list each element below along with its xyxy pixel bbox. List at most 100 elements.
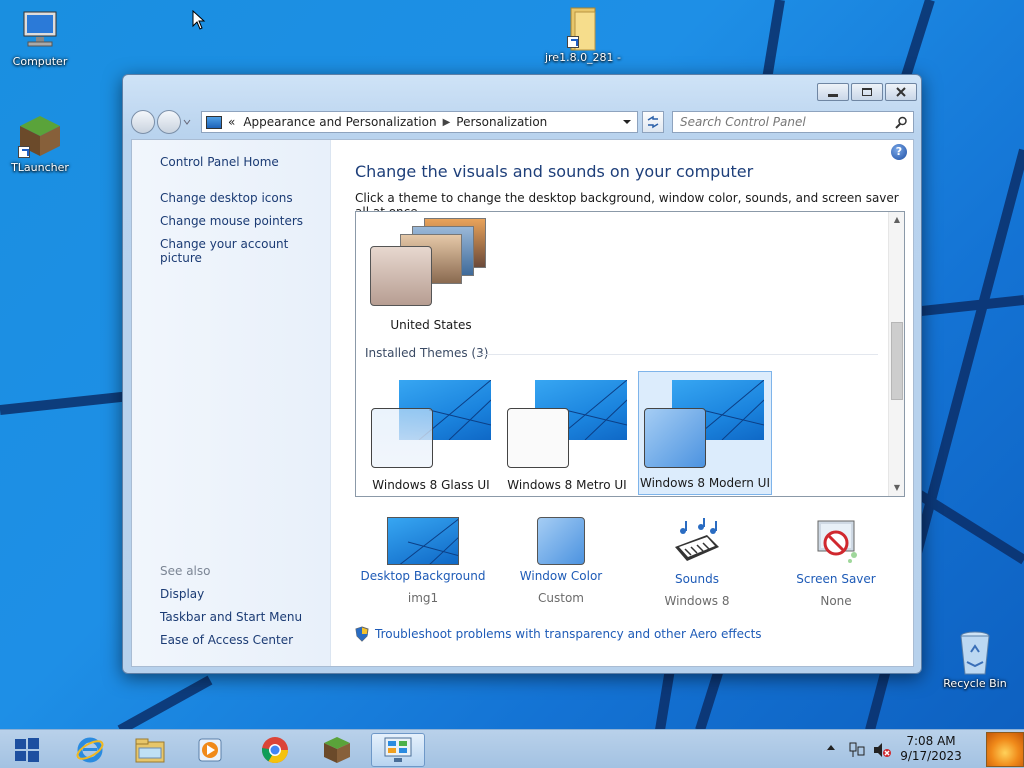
desktop-icon-recycle-bin[interactable]: Recycle Bin	[935, 630, 1015, 690]
close-button[interactable]	[885, 83, 917, 101]
volume-muted-icon[interactable]	[872, 741, 892, 759]
forward-button[interactable]	[157, 110, 181, 134]
desktop-background-icon	[387, 517, 459, 565]
change-account-picture-link[interactable]: Change your account picture	[160, 237, 330, 265]
window-color-setting[interactable]: Window Color Custom	[491, 517, 631, 605]
breadcrumb-overflow[interactable]: «	[228, 115, 235, 129]
display-link[interactable]: Display	[160, 587, 204, 601]
window-color-link[interactable]: Window Color	[491, 569, 631, 583]
glass-theme-color-preview	[371, 408, 433, 468]
screen-saver-value: None	[820, 594, 852, 608]
taskbar-internet-explorer[interactable]	[63, 733, 117, 767]
theme-name: Windows 8 Modern UI	[640, 476, 770, 490]
taskbar-minecraft[interactable]	[310, 733, 364, 767]
taskbar-chrome[interactable]	[248, 733, 302, 767]
desktop-icon-tlauncher[interactable]: TLauncher	[0, 114, 80, 174]
sounds-link[interactable]: Sounds	[627, 572, 767, 586]
address-bar[interactable]: « Appearance and Personalization ▶ Perso…	[201, 111, 638, 133]
media-player-icon	[198, 738, 222, 762]
theme-gallery: United States Installed Themes (3) Windo…	[355, 211, 905, 497]
desktop-icon-computer[interactable]: Computer	[0, 8, 80, 68]
back-button[interactable]	[131, 110, 155, 134]
recycle-bin-icon	[953, 630, 997, 675]
taskbar-control-panel[interactable]	[371, 733, 425, 767]
breadcrumb-separator-icon[interactable]: ▶	[443, 117, 451, 128]
section-divider	[478, 354, 878, 355]
help-icon[interactable]: ?	[891, 144, 907, 160]
main-pane: ? Change the visuals and sounds on your …	[332, 140, 913, 666]
change-desktop-icons-link[interactable]: Change desktop icons	[160, 191, 293, 205]
personalization-window: « Appearance and Personalization ▶ Perso…	[122, 74, 922, 674]
taskbar-media-player[interactable]	[183, 733, 237, 767]
control-panel-home-link[interactable]: Control Panel Home	[160, 155, 279, 169]
maximize-icon	[862, 88, 872, 96]
shortcut-arrow-icon	[18, 146, 30, 158]
search-placeholder: Search Control Panel	[680, 115, 806, 129]
theme-name: Windows 8 Glass UI	[372, 478, 490, 492]
navigation-bar: « Appearance and Personalization ▶ Perso…	[131, 109, 914, 135]
sounds-icon	[675, 518, 719, 561]
network-icon[interactable]	[848, 741, 866, 759]
recent-pages-chevron-icon[interactable]	[183, 118, 191, 126]
refresh-button[interactable]	[642, 111, 664, 133]
desktop-icon-jre[interactable]: jre1.8.0_281 -	[543, 4, 623, 64]
internet-explorer-icon	[76, 737, 104, 763]
shortcut-arrow-icon	[567, 36, 579, 48]
breadcrumb-personalization[interactable]: Personalization	[456, 115, 547, 129]
screen-saver-setting[interactable]: Screen Saver None	[766, 517, 906, 608]
scroll-thumb[interactable]	[891, 322, 903, 400]
user-tile-flower-icon[interactable]	[986, 732, 1024, 767]
see-also-label: See also	[160, 564, 211, 578]
windows-logo-icon	[15, 738, 39, 762]
maximize-button[interactable]	[851, 83, 883, 101]
scroll-down-icon[interactable]: ▼	[892, 483, 902, 493]
installed-themes-label: Installed Themes (3)	[365, 346, 489, 360]
modern-theme-color-preview	[644, 408, 706, 468]
start-button[interactable]	[0, 733, 54, 767]
computer-icon	[18, 8, 62, 52]
desktop-background-value: img1	[407, 591, 439, 605]
control-panel-icon	[384, 737, 412, 762]
sounds-value: Windows 8	[664, 594, 730, 608]
theme-windows-8-metro-ui[interactable]: Windows 8 Metro UI	[500, 372, 634, 496]
window-color-value: Custom	[538, 591, 584, 605]
taskbar: 7:08 AM 9/17/2023	[0, 729, 1024, 768]
minimize-button[interactable]	[817, 83, 849, 101]
chrome-icon	[261, 737, 289, 764]
minimize-icon	[828, 93, 838, 97]
clock-date: 9/17/2023	[900, 749, 962, 763]
file-explorer-icon	[135, 738, 165, 763]
show-hidden-icons-icon[interactable]	[826, 743, 836, 753]
search-icon[interactable]	[895, 116, 908, 129]
troubleshoot-text[interactable]: Troubleshoot problems with transparency …	[375, 627, 762, 641]
shield-icon	[355, 626, 369, 642]
system-clock[interactable]: 7:08 AM 9/17/2023	[896, 734, 966, 764]
task-pane: Control Panel Home Change desktop icons …	[132, 140, 331, 666]
window-content: Control Panel Home Change desktop icons …	[131, 139, 914, 667]
control-panel-icon	[206, 115, 222, 129]
troubleshoot-link[interactable]: Troubleshoot problems with transparency …	[355, 626, 762, 642]
metro-theme-color-preview	[507, 408, 569, 468]
theme-name: United States	[390, 318, 472, 332]
change-mouse-pointers-link[interactable]: Change mouse pointers	[160, 214, 303, 228]
theme-united-states[interactable]: United States	[364, 214, 498, 338]
address-dropdown-chevron-icon[interactable]	[621, 116, 633, 128]
united-states-theme-preview	[370, 216, 494, 312]
desktop-background-link[interactable]: Desktop Background	[353, 569, 493, 583]
minecraft-block-icon	[18, 114, 62, 158]
breadcrumb-appearance[interactable]: Appearance and Personalization	[243, 115, 436, 129]
ease-of-access-link[interactable]: Ease of Access Center	[160, 633, 293, 647]
screen-saver-link[interactable]: Screen Saver	[766, 572, 906, 586]
taskbar-file-explorer[interactable]	[123, 733, 177, 767]
theme-windows-8-modern-ui[interactable]: Windows 8 Modern UI	[638, 371, 772, 495]
page-title: Change the visuals and sounds on your co…	[355, 162, 754, 181]
sounds-setting[interactable]: Sounds Windows 8	[627, 517, 767, 608]
search-input[interactable]: Search Control Panel	[672, 111, 914, 133]
window-color-icon	[537, 517, 585, 565]
desktop-background-setting[interactable]: Desktop Background img1	[353, 517, 493, 605]
folder-icon	[561, 4, 605, 51]
theme-gallery-scrollbar[interactable]: ▲ ▼	[888, 212, 904, 496]
scroll-up-icon[interactable]: ▲	[892, 215, 902, 225]
taskbar-start-menu-link[interactable]: Taskbar and Start Menu	[160, 610, 302, 624]
theme-windows-8-glass-ui[interactable]: Windows 8 Glass UI	[364, 372, 498, 496]
